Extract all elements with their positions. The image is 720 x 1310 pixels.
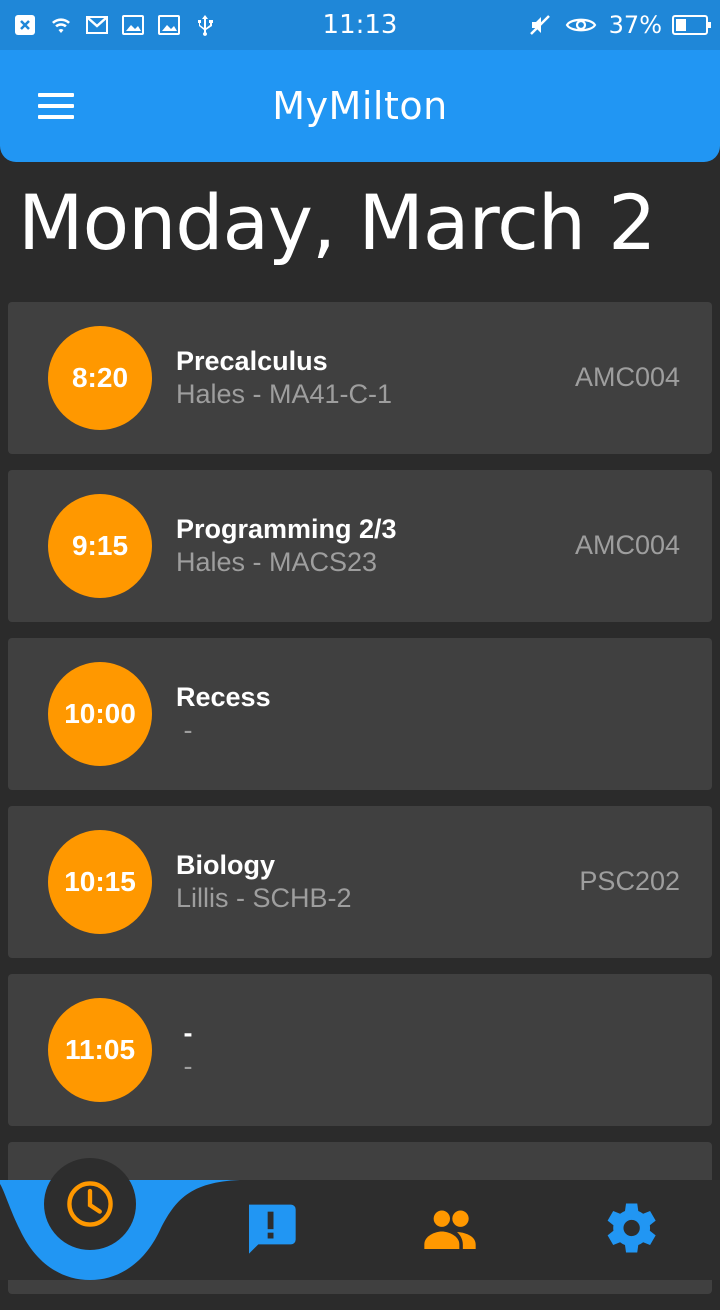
nav-people-button[interactable] bbox=[420, 1198, 480, 1258]
schedule-list: 8:20 Precalculus Hales - MA41-C-1 AMC004… bbox=[8, 302, 712, 1310]
usb-icon bbox=[192, 12, 218, 38]
settings-icon bbox=[607, 1203, 656, 1253]
battery-percent: 37% bbox=[608, 11, 662, 39]
class-teacher-section: Hales - MA41-C-1 bbox=[176, 379, 393, 409]
schedule-item[interactable]: 10:00 Recess - bbox=[8, 638, 712, 790]
time-badge: 9:15 bbox=[48, 494, 152, 598]
time-badge: 10:00 bbox=[48, 662, 152, 766]
nav-settings-button[interactable] bbox=[600, 1198, 660, 1258]
battery-icon bbox=[672, 15, 711, 35]
status-bar-left-icons bbox=[12, 12, 218, 38]
date-heading: Monday, March 2 bbox=[18, 178, 657, 267]
class-teacher-section: Hales - MACS23 bbox=[176, 547, 378, 577]
schedule-item[interactable]: 8:20 Precalculus Hales - MA41-C-1 AMC004 bbox=[8, 302, 712, 454]
app-title: MyMilton bbox=[272, 84, 448, 128]
class-teacher-section: - bbox=[176, 1051, 193, 1081]
schedule-item[interactable]: 9:15 Programming 2/3 Hales - MACS23 AMC0… bbox=[8, 470, 712, 622]
class-teacher-section: Lillis - SCHB-2 bbox=[176, 883, 352, 913]
image-icon bbox=[156, 12, 182, 38]
class-teacher-section: - bbox=[176, 715, 193, 745]
class-room: AMC004 bbox=[574, 362, 680, 392]
people-icon bbox=[424, 1210, 476, 1249]
time-badge: 10:15 bbox=[48, 830, 152, 934]
status-bar: 11:13 37% bbox=[0, 0, 720, 50]
schedule-item[interactable]: 10:15 Biology Lillis - SCHB-2 PSC202 bbox=[8, 806, 712, 958]
wifi-icon bbox=[48, 12, 74, 38]
status-bar-right-icons: 37% bbox=[527, 11, 711, 39]
class-title: - bbox=[176, 1018, 193, 1048]
class-room: PSC202 bbox=[579, 866, 680, 896]
class-room: AMC004 bbox=[574, 530, 680, 560]
app-bar: MyMilton bbox=[0, 50, 720, 162]
status-time: 11:13 bbox=[322, 10, 398, 40]
class-title: Precalculus bbox=[176, 346, 328, 376]
time-badge: 8:20 bbox=[48, 326, 152, 430]
close-notification-icon bbox=[12, 12, 38, 38]
time-badge: 11:05 bbox=[48, 998, 152, 1102]
eye-icon bbox=[563, 12, 599, 38]
announcement-icon bbox=[249, 1204, 296, 1254]
class-title: Biology bbox=[176, 850, 275, 880]
nav-schedule-button[interactable] bbox=[44, 1158, 136, 1250]
nav-announcements-button[interactable] bbox=[240, 1198, 300, 1258]
schedule-item[interactable]: 11:05 - - bbox=[8, 974, 712, 1126]
mute-icon bbox=[527, 12, 553, 38]
class-title: Programming 2/3 bbox=[176, 514, 397, 544]
clock-icon bbox=[67, 1181, 113, 1227]
class-title: Recess bbox=[176, 682, 271, 712]
image-icon bbox=[120, 12, 146, 38]
gmail-icon bbox=[84, 12, 110, 38]
